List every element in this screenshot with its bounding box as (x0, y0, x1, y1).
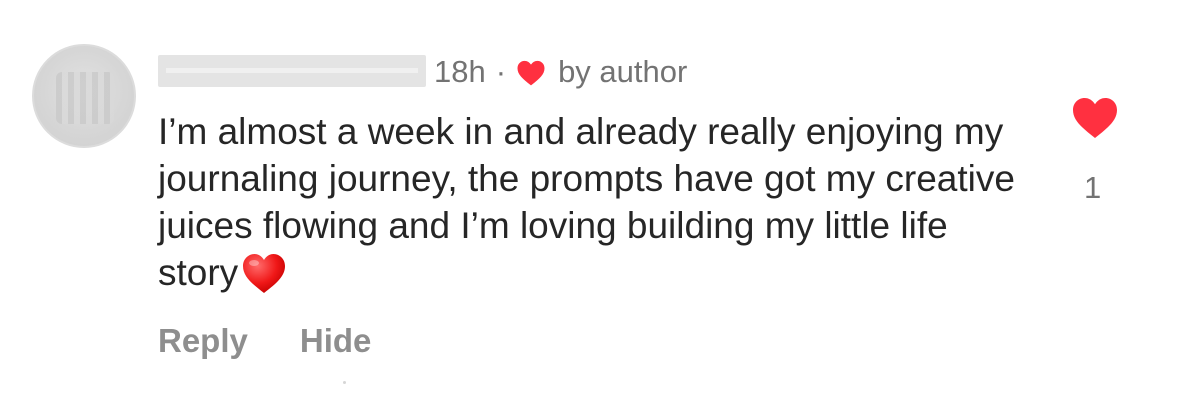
meta-separator: · (495, 54, 507, 89)
like-heart-icon[interactable] (1071, 95, 1119, 139)
heart-icon (517, 60, 545, 85)
hide-button[interactable]: Hide (300, 322, 372, 360)
comment-time: 18h (434, 54, 486, 89)
divider-dot (343, 381, 346, 384)
username-redacted-bar (158, 55, 426, 87)
avatar-image-blurred (56, 72, 114, 124)
avatar[interactable] (32, 44, 136, 148)
red-heart-emoji-icon (243, 254, 286, 293)
reply-button[interactable]: Reply (158, 322, 248, 360)
like-count[interactable]: 1 (1084, 170, 1101, 206)
comment-text-block: I’m almost a week in and already really … (158, 108, 1038, 296)
comment-actions: Reply Hide (158, 322, 371, 360)
comment-meta: 18h · by author (434, 52, 687, 92)
liked-by-author-label: by author (558, 54, 688, 89)
